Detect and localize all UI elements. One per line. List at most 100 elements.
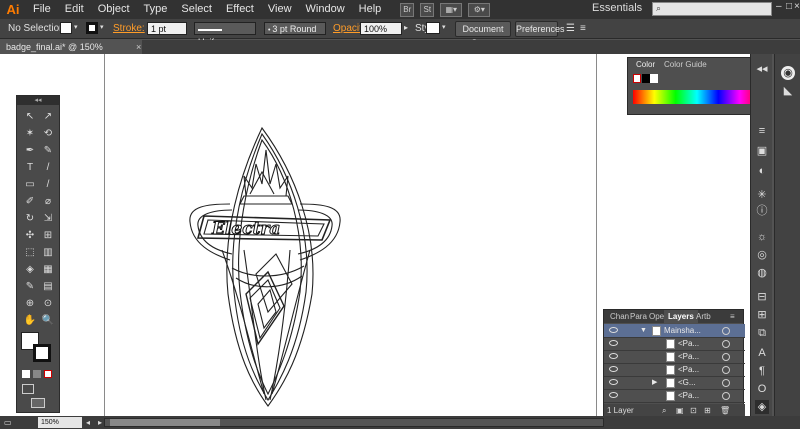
visibility-eye-icon[interactable] (609, 392, 618, 398)
none-swatch-icon[interactable] (633, 74, 641, 83)
layer-row[interactable]: ▼ Mainsha... (604, 324, 745, 338)
close-tab-icon[interactable]: × (136, 40, 141, 54)
visibility-eye-icon[interactable] (609, 353, 618, 359)
brush-definition[interactable]: • 3 pt Round (264, 22, 326, 35)
zoom-field[interactable]: 150% (38, 417, 82, 428)
menu-select[interactable]: Select (174, 0, 219, 19)
brushes-panel-icon[interactable]: ◎ (755, 248, 769, 262)
gradient-mode-icon[interactable] (33, 370, 41, 378)
collapse-icon[interactable]: ▼ (640, 324, 647, 338)
info-panel-icon[interactable]: ⓘ (755, 204, 769, 218)
stroke-swatch[interactable] (86, 22, 98, 34)
tool-icon[interactable]: ✋ (23, 314, 37, 327)
fill-dropdown-icon[interactable]: ▾ (74, 23, 78, 31)
document-tab[interactable]: badge_final.ai* @ 150% (CMYK/Outline) (0, 40, 142, 66)
expand-icon[interactable]: ▶ (652, 376, 657, 390)
tool-icon[interactable]: ⊕ (23, 297, 37, 310)
stroke-label[interactable]: Stroke: (113, 23, 145, 34)
visibility-eye-icon[interactable] (609, 340, 618, 346)
menu-help[interactable]: Help (352, 0, 389, 19)
transform-panel-icon[interactable]: ⊞ (755, 308, 769, 322)
symbols-panel-icon[interactable]: ✳ (755, 188, 769, 202)
graphic-style-swatch[interactable] (426, 22, 440, 34)
tool-icon[interactable]: ✐ (23, 195, 37, 208)
tool-icon[interactable]: 🔍 (41, 314, 55, 327)
white-swatch[interactable] (650, 74, 658, 83)
tool-icon[interactable]: ✎ (23, 280, 37, 293)
target-circle-icon[interactable] (722, 366, 730, 374)
none-mode-icon[interactable] (44, 370, 52, 378)
gpu-performance-icon[interactable]: ⚙▾ (468, 2, 491, 17)
tool-icon[interactable]: ⟲ (41, 127, 55, 140)
color-wheel-icon[interactable]: ◉ (781, 66, 795, 80)
stock-button[interactable]: St (420, 2, 435, 17)
menu-type[interactable]: Type (137, 0, 175, 19)
layer-row[interactable]: <Pa... (604, 350, 745, 364)
paragraph-panel-icon[interactable]: ¶ (755, 364, 769, 378)
align-panel-icon[interactable]: ⊟ (755, 290, 769, 304)
tab-color[interactable]: Color (632, 58, 660, 71)
opacity-arrow-icon[interactable]: ▸ (404, 23, 408, 32)
stroke-panel-icon[interactable]: ≡ (755, 124, 769, 138)
fill-swatch[interactable] (60, 22, 72, 34)
tool-icon[interactable]: ⌀ (41, 195, 55, 208)
menu-object[interactable]: Object (91, 0, 137, 19)
layer-row[interactable]: <Pa... (604, 337, 745, 351)
close-window-icon[interactable]: × (794, 2, 800, 12)
visibility-eye-icon[interactable] (609, 366, 618, 372)
tool-icon[interactable]: / (41, 161, 55, 174)
black-swatch[interactable] (642, 74, 650, 83)
visibility-eye-icon[interactable] (609, 327, 618, 333)
preferences-button[interactable]: Preferences (515, 21, 565, 37)
tab-color-guide[interactable]: Color Guide (660, 58, 711, 71)
pathfinder-panel-icon[interactable]: ⧉ (755, 326, 769, 340)
stroke-color-box[interactable] (33, 344, 51, 362)
stroke-dropdown-icon[interactable]: ▾ (100, 23, 104, 31)
swatches-icon[interactable]: ◣ (781, 84, 795, 98)
opentype-panel-icon[interactable]: O (755, 382, 769, 396)
tool-icon[interactable]: ✣ (23, 229, 37, 242)
layer-row[interactable]: ▶ <G... (604, 376, 745, 390)
menu-effect[interactable]: Effect (219, 0, 261, 19)
target-circle-icon[interactable] (722, 379, 730, 387)
tool-icon[interactable]: ⊙ (41, 297, 55, 310)
style-dropdown-icon[interactable]: ▾ (442, 23, 446, 31)
screen-mode-icon[interactable] (31, 398, 45, 408)
color-mode-icon[interactable] (22, 370, 30, 378)
tool-icon[interactable]: ▥ (41, 246, 55, 259)
target-circle-icon[interactable] (722, 392, 730, 400)
minimize-icon[interactable]: – (776, 2, 786, 12)
menu-edit[interactable]: Edit (58, 0, 91, 19)
layers-panel-icon[interactable]: ◈ (755, 400, 769, 414)
tool-icon[interactable]: / (41, 178, 55, 191)
target-circle-icon[interactable] (722, 327, 730, 335)
status-doc-icon[interactable]: ▭ (4, 416, 12, 429)
layer-row[interactable]: <Pa... (604, 363, 745, 377)
graphic-styles-icon[interactable]: ◍ (755, 266, 769, 280)
menu-file[interactable]: File (26, 0, 58, 19)
prev-artboard-icon[interactable]: ◂ (86, 416, 90, 429)
search-input[interactable]: ⌕ (652, 2, 772, 16)
tool-icon[interactable]: ✒ (23, 144, 37, 157)
align-icon[interactable]: ☰ (566, 23, 575, 34)
tool-icon[interactable]: ⬚ (23, 246, 37, 259)
tool-icon[interactable]: ⊞ (41, 229, 55, 242)
stroke-weight-field[interactable]: 1 pt (147, 22, 187, 35)
tool-icon[interactable]: ✎ (41, 144, 55, 157)
menu-view[interactable]: View (261, 0, 299, 19)
color-spectrum[interactable] (633, 90, 761, 104)
tool-icon[interactable]: ▦ (41, 263, 55, 276)
tools-panel-header[interactable]: ◂◂ (17, 96, 59, 105)
document-setup-button[interactable]: Document Setup (455, 21, 511, 48)
next-artboard-icon[interactable]: ▸ (98, 416, 102, 429)
tab-artboards[interactable]: Artb (692, 310, 715, 323)
bridge-button[interactable]: Br (400, 2, 415, 17)
tool-icon[interactable]: ⇲ (41, 212, 55, 225)
opacity-field[interactable]: 100% (360, 22, 402, 35)
layers-menu-icon[interactable]: ≡ (726, 310, 739, 323)
transparency-panel-icon[interactable]: ◐ (755, 164, 769, 178)
menu-window[interactable]: Window (299, 0, 352, 19)
tool-icon[interactable]: T (23, 161, 37, 174)
variable-width-profile[interactable]: Uniform (194, 22, 256, 47)
tool-icon[interactable]: ↖ (23, 110, 37, 123)
